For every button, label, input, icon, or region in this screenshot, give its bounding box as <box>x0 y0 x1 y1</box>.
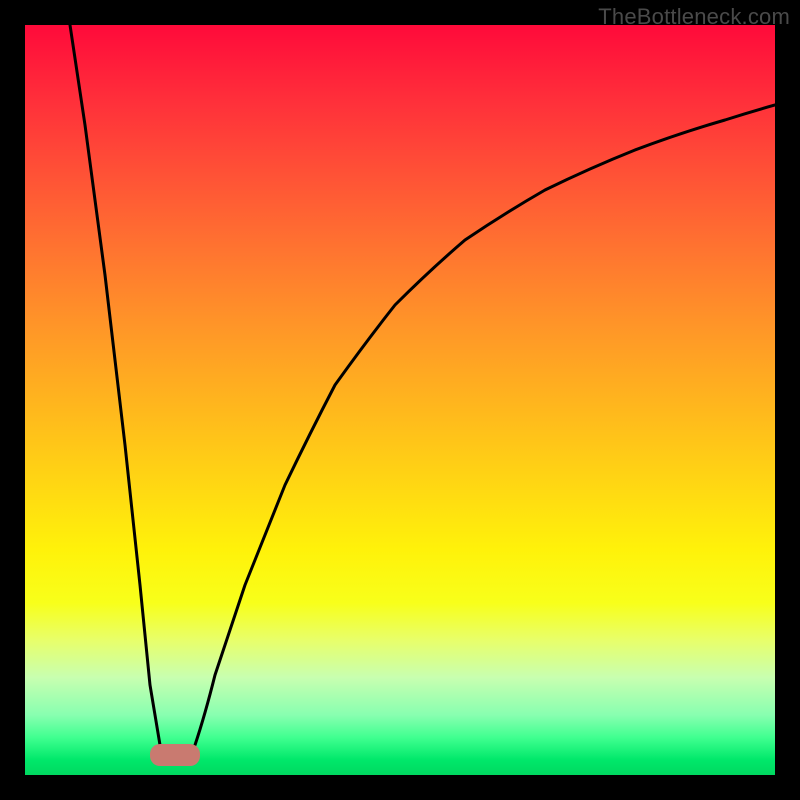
curve-right-branch <box>195 105 775 745</box>
valley-marker <box>150 744 200 766</box>
chart-curves <box>25 25 775 775</box>
watermark-text: TheBottleneck.com <box>598 4 790 30</box>
chart-plot-area <box>25 25 775 775</box>
curve-left-branch <box>70 25 160 745</box>
